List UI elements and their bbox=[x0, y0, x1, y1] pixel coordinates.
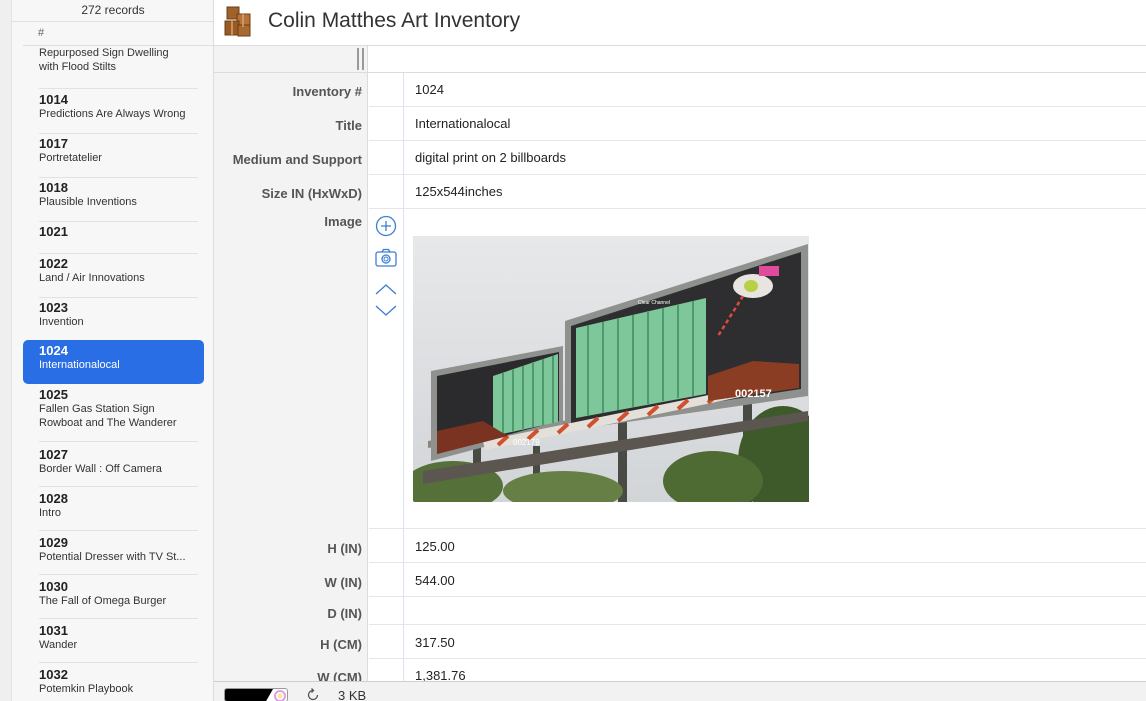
record-title: Border Wall : Off Camera bbox=[39, 463, 162, 475]
field-w-cm: W (CM) 1,381.76 bbox=[214, 659, 1146, 681]
field-title: Title Internationalocal bbox=[214, 107, 1146, 141]
record-title: Plausible Inventions bbox=[39, 196, 137, 208]
field-value[interactable]: 544.00 bbox=[415, 573, 455, 588]
camera-icon[interactable] bbox=[374, 246, 398, 270]
record-title: The Fall of Omega Burger bbox=[39, 595, 167, 607]
field-label: Image bbox=[324, 214, 362, 229]
record-title: Portretatelier bbox=[39, 152, 102, 164]
field-w-in: W (IN) 544.00 bbox=[214, 563, 1146, 597]
field-medium-support: Medium and Support digital print on 2 bi… bbox=[214, 141, 1146, 175]
record-title: Wander bbox=[39, 639, 78, 651]
artwork-image[interactable]: 002179 002157 Clear Channel bbox=[413, 236, 809, 502]
field-label: H (IN) bbox=[327, 541, 362, 556]
field-size-in: Size IN (HxWxD) 125x544inches bbox=[214, 175, 1146, 209]
page-title: Colin Matthes Art Inventory bbox=[268, 9, 521, 32]
field-value[interactable]: 125.00 bbox=[415, 539, 455, 554]
refresh-icon[interactable] bbox=[306, 688, 320, 701]
billboard-number-left: 002179 bbox=[513, 438, 540, 447]
records-sidebar: 272 records # Repurposed Sign Dwelling w… bbox=[0, 0, 214, 701]
record-title: Fallen Gas Station Sign Rowboat and The … bbox=[39, 403, 177, 429]
record-count: 272 records bbox=[12, 0, 213, 22]
record-title: Land / Air Innovations bbox=[39, 272, 145, 284]
record-number: 1018 bbox=[39, 180, 68, 195]
field-value[interactable]: digital print on 2 billboards bbox=[415, 150, 566, 165]
record-number: 1029 bbox=[39, 535, 68, 550]
field-label: D (IN) bbox=[327, 606, 362, 621]
record-form: Inventory # 1024 Title Internationalocal… bbox=[214, 73, 1146, 681]
list-item[interactable]: 1023 Invention bbox=[23, 298, 204, 340]
list-item-selected[interactable]: 1024 Internationalocal bbox=[23, 340, 204, 384]
list-item[interactable]: 1022 Land / Air Innovations bbox=[23, 254, 204, 298]
record-title: Predictions Are Always Wrong bbox=[39, 108, 186, 120]
record-number: 1021 bbox=[39, 224, 68, 239]
sidebar-edge bbox=[0, 0, 12, 701]
field-value[interactable]: 1024 bbox=[415, 82, 444, 97]
list-item[interactable]: Repurposed Sign Dwelling with Flood Stil… bbox=[23, 46, 204, 90]
billboard-brand: Clear Channel bbox=[638, 300, 670, 306]
field-label: W (CM) bbox=[317, 670, 362, 681]
field-label: H (CM) bbox=[320, 637, 362, 652]
column-resize-handle[interactable] bbox=[357, 48, 364, 70]
record-number: 1032 bbox=[39, 667, 68, 682]
record-number: 1030 bbox=[39, 579, 68, 594]
list-item[interactable]: 1017 Portretatelier bbox=[23, 134, 204, 178]
list-item[interactable]: 1014 Predictions Are Always Wrong bbox=[23, 90, 204, 134]
field-value[interactable]: 1,381.76 bbox=[415, 668, 466, 681]
color-swatch-icon bbox=[225, 689, 286, 701]
field-label: Inventory # bbox=[292, 84, 362, 99]
boxes-icon bbox=[224, 6, 251, 37]
record-title: Internationalocal bbox=[39, 359, 120, 371]
list-item[interactable]: 1029 Potential Dresser with TV St... bbox=[23, 530, 204, 575]
billboard-number-right: 002157 bbox=[735, 388, 772, 400]
field-label: W (IN) bbox=[324, 575, 362, 590]
record-title: Potemkin Playbook bbox=[39, 683, 134, 695]
record-number: 1014 bbox=[39, 92, 68, 107]
divider bbox=[39, 88, 198, 89]
list-item[interactable]: 1027 Border Wall : Off Camera bbox=[23, 442, 204, 487]
color-well[interactable] bbox=[224, 688, 288, 701]
field-value[interactable]: 317.50 bbox=[415, 635, 455, 650]
list-item[interactable]: 1031 Wander bbox=[23, 618, 204, 663]
app-header: Colin Matthes Art Inventory bbox=[214, 0, 1146, 46]
record-number: 1028 bbox=[39, 491, 68, 506]
record-number: 1023 bbox=[39, 300, 68, 315]
field-inventory-number: Inventory # 1024 bbox=[214, 73, 1146, 107]
record-number: 1017 bbox=[39, 136, 68, 151]
record-number: 1024 bbox=[39, 343, 68, 358]
field-h-in: H (IN) 125.00 bbox=[214, 529, 1146, 563]
record-number: 1031 bbox=[39, 623, 68, 638]
list-item[interactable]: 1028 Intro bbox=[23, 486, 204, 531]
status-bar: 3 KB bbox=[214, 681, 1146, 701]
field-d-in: D (IN) bbox=[214, 597, 1146, 625]
record-title: Repurposed Sign Dwelling with Flood Stil… bbox=[39, 47, 169, 73]
record-number: 1027 bbox=[39, 447, 68, 462]
record-number: 1022 bbox=[39, 256, 68, 271]
list-item[interactable]: 1030 The Fall of Omega Burger bbox=[23, 574, 204, 619]
field-label: Medium and Support bbox=[232, 152, 362, 167]
column-header-number[interactable]: # bbox=[38, 27, 44, 39]
list-item[interactable]: 1025 Fallen Gas Station Sign Rowboat and… bbox=[23, 386, 204, 444]
record-title: Invention bbox=[39, 316, 84, 328]
file-size: 3 KB bbox=[338, 688, 367, 701]
field-value[interactable]: Internationalocal bbox=[415, 116, 510, 131]
record-title: Intro bbox=[39, 507, 62, 519]
label-column-header bbox=[214, 46, 368, 72]
field-value[interactable]: 125x544inches bbox=[415, 184, 502, 199]
chevron-down-icon[interactable] bbox=[374, 298, 398, 322]
field-label: Size IN (HxWxD) bbox=[261, 186, 362, 201]
list-item[interactable]: 1032 Potemkin Playbook bbox=[23, 662, 204, 701]
list-item[interactable]: 1018 Plausible Inventions bbox=[23, 178, 204, 222]
list-item[interactable]: 1021 bbox=[23, 222, 204, 254]
layout-toolbar bbox=[214, 46, 1146, 73]
record-number: 1025 bbox=[39, 387, 68, 402]
field-label: Title bbox=[335, 118, 363, 133]
record-title: Potential Dresser with TV St... bbox=[39, 551, 186, 563]
app-window: 272 records # Repurposed Sign Dwelling w… bbox=[0, 0, 1146, 701]
field-h-cm: H (CM) 317.50 bbox=[214, 625, 1146, 659]
add-icon[interactable] bbox=[374, 214, 398, 238]
